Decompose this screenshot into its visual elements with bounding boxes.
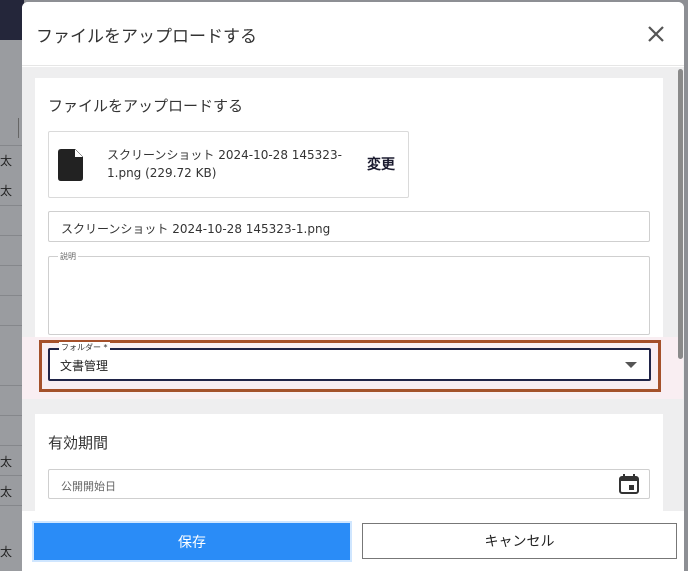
change-file-button[interactable]: 変更 (367, 154, 395, 174)
description-label: 説明 (58, 251, 78, 262)
file-name: スクリーンショット 2024-10-28 145323- 1.png (229.… (107, 146, 347, 182)
filename-value: スクリーンショット 2024-10-28 145323-1.png (61, 222, 331, 236)
folder-value: 文書管理 (60, 359, 109, 373)
close-button[interactable] (642, 20, 670, 48)
chevron-down-icon (625, 362, 637, 368)
folder-highlight-area: フォルダー * 文書管理 (22, 337, 683, 399)
background-row-divider (0, 205, 24, 206)
cancel-button[interactable]: キャンセル (362, 523, 677, 559)
background-row-divider (0, 295, 24, 296)
background-row-text: 太 (0, 184, 13, 198)
background-row-divider (0, 265, 24, 266)
start-date-input[interactable]: 公開開始日 (48, 469, 650, 499)
background-app: 太 太 太 太 太 (0, 0, 24, 571)
background-row-divider (0, 445, 24, 446)
validity-section: 有効期間 公開開始日 (35, 414, 663, 511)
file-icon (58, 149, 84, 181)
background-row-divider (0, 325, 24, 326)
background-row-divider (0, 415, 24, 416)
background-row-text: 太 (0, 485, 13, 499)
file-name-line2: 1.png (229.72 KB) (107, 166, 217, 180)
folder-label: フォルダー * (59, 342, 110, 353)
dialog-body[interactable]: ファイルをアップロードする スクリーンショット 2024-10-28 14532… (22, 67, 684, 511)
validity-section-title: 有効期間 (48, 434, 109, 452)
background-row-text: 太 (0, 154, 13, 168)
background-row-divider (0, 145, 24, 146)
background-row-divider (0, 475, 24, 476)
background-row-text: 太 (0, 455, 13, 469)
description-input[interactable]: 説明 (48, 251, 650, 335)
calendar-icon[interactable] (618, 473, 640, 495)
dialog-footer: 保存 キャンセル (22, 511, 684, 571)
upload-section-title: ファイルをアップロードする (48, 97, 244, 115)
close-icon (648, 26, 664, 42)
filename-input[interactable]: スクリーンショット 2024-10-28 145323-1.png (48, 211, 650, 242)
dialog-header: ファイルをアップロードする (22, 2, 684, 66)
selected-file-card: スクリーンショット 2024-10-28 145323- 1.png (229.… (48, 131, 409, 198)
save-button[interactable]: 保存 (34, 523, 350, 560)
dialog-title: ファイルをアップロードする (36, 27, 257, 47)
file-name-line1: スクリーンショット 2024-10-28 145323- (107, 148, 342, 162)
background-row-divider (0, 235, 24, 236)
background-topbar (0, 0, 24, 40)
upload-section: ファイルをアップロードする スクリーンショット 2024-10-28 14532… (22, 78, 683, 399)
background-row-text: 太 (0, 545, 13, 559)
dialog-scrollbar[interactable] (678, 69, 683, 359)
background-row-divider (0, 385, 24, 386)
background-row-divider (0, 505, 24, 506)
upload-dialog: ファイルをアップロードする ファイルをアップロードする スクリーンショット 20… (22, 2, 684, 571)
start-date-placeholder: 公開開始日 (61, 480, 116, 493)
background-column-divider (18, 118, 19, 138)
folder-select[interactable]: フォルダー * 文書管理 (48, 342, 651, 381)
